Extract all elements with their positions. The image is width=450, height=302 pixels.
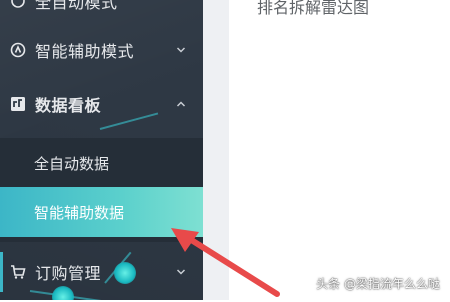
decor-dot bbox=[114, 262, 136, 284]
chevron-up-icon bbox=[176, 99, 186, 109]
sidebar-item-label: 智能辅助模式 bbox=[35, 42, 135, 61]
sidebar-item-label: 数据看板 bbox=[35, 96, 102, 115]
annotation-arrow bbox=[171, 228, 280, 297]
page-title: 排名拆解雷达图 bbox=[257, 0, 370, 17]
cart-icon bbox=[10, 264, 26, 280]
auto-mode-icon bbox=[10, 0, 26, 9]
dashboard-icon bbox=[10, 96, 26, 112]
watermark: 头条 @梁指流年么么哒 bbox=[316, 277, 440, 291]
submenu-item-label: 智能辅助数据 bbox=[34, 203, 125, 222]
sidebar-item-assist-mode[interactable]: 智能辅助模式 bbox=[0, 32, 203, 68]
sidebar-item-dashboard[interactable]: 数据看板 bbox=[0, 84, 203, 124]
sidebar-item-label: 全自动模式 bbox=[35, 0, 118, 12]
submenu-item-auto-data[interactable]: 全自动数据 bbox=[0, 142, 203, 184]
chevron-down-icon bbox=[176, 45, 186, 55]
submenu-item-label: 全自动数据 bbox=[34, 154, 110, 173]
sidebar-item-label: 订购管理 bbox=[35, 264, 102, 283]
assist-mode-icon bbox=[10, 42, 26, 58]
sidebar-item-auto-mode[interactable]: 全自动模式 bbox=[0, 0, 203, 16]
